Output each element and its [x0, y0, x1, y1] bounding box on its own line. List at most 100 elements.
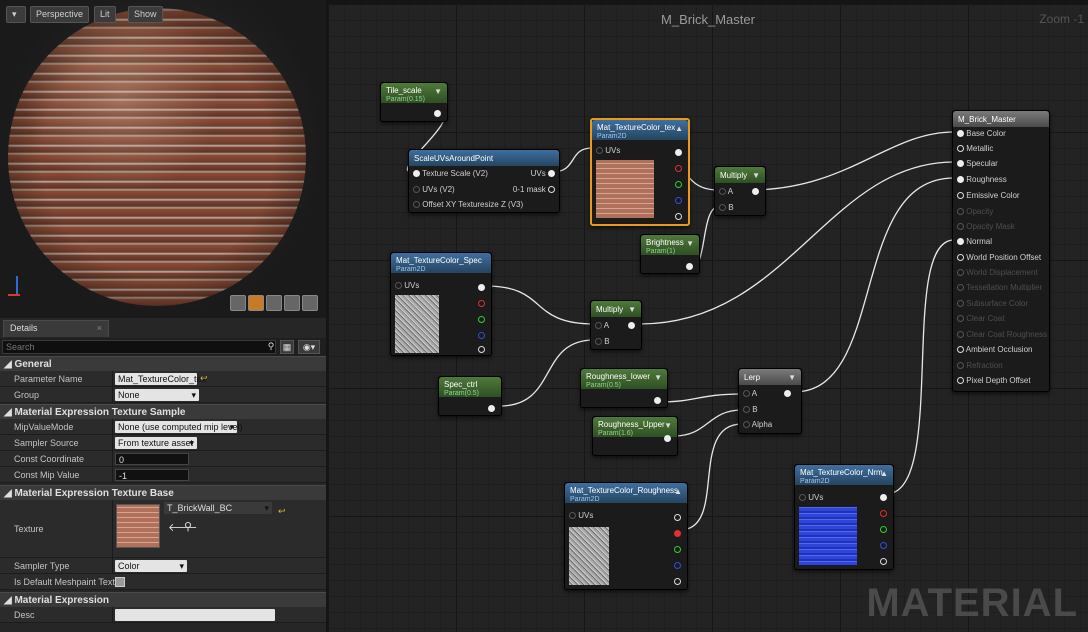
- output-pin-g[interactable]: [880, 525, 887, 535]
- input-pin-metallic[interactable]: Metallic: [957, 144, 993, 154]
- output-pin[interactable]: [784, 389, 791, 399]
- group-dropdown[interactable]: None: [115, 389, 199, 401]
- input-pin-clear-coat[interactable]: Clear Coat: [957, 314, 1004, 324]
- input-pin-uvs[interactable]: UVs (V2): [413, 185, 455, 195]
- input-pin-roughness[interactable]: Roughness: [957, 175, 1007, 185]
- chevron-down-icon[interactable]: ▼: [788, 373, 796, 382]
- input-pin-pixel-depth-offset[interactable]: Pixel Depth Offset: [957, 376, 1031, 386]
- texture-thumbnail[interactable]: [116, 504, 160, 548]
- chevron-up-icon[interactable]: ▲: [674, 487, 682, 496]
- chevron-down-icon[interactable]: ▼: [434, 87, 442, 96]
- reset-arrow-icon[interactable]: ↩: [200, 373, 208, 384]
- output-pin-b[interactable]: [478, 331, 485, 341]
- grid-view-icon[interactable]: ▦: [280, 340, 294, 354]
- input-pin-subsurface-color[interactable]: Subsurface Color: [957, 299, 1028, 309]
- perspective-button[interactable]: Perspective: [30, 6, 90, 23]
- output-pin-g[interactable]: [674, 545, 681, 555]
- input-pin-a[interactable]: A: [719, 187, 733, 197]
- output-pin-a[interactable]: [675, 212, 682, 222]
- const-coordinate-field[interactable]: 0: [115, 453, 189, 465]
- output-pin[interactable]: [654, 396, 661, 406]
- sampler-source-dropdown[interactable]: From texture asset: [115, 437, 197, 449]
- eye-icon[interactable]: ◉▾: [298, 340, 320, 354]
- input-pin-uvs[interactable]: UVs: [596, 146, 620, 156]
- input-pin-uvs[interactable]: UVs: [395, 281, 419, 291]
- input-pin-a[interactable]: A: [595, 321, 609, 331]
- output-pin[interactable]: [628, 321, 635, 331]
- input-pin-texture-scale[interactable]: Texture Scale (V2): [413, 169, 488, 179]
- mip-value-mode-dropdown[interactable]: None (use computed mip level): [115, 421, 243, 433]
- node-mat-texturecolor-tex[interactable]: Mat_TextureColor_tex Param2D ▲ UVs: [590, 118, 690, 226]
- reset-arrow-icon[interactable]: ↩: [278, 506, 286, 517]
- browse-search-icon[interactable]: ⚲: [184, 520, 192, 533]
- output-pin-b[interactable]: [880, 541, 887, 551]
- output-pin-a[interactable]: [674, 577, 681, 587]
- output-pin-r[interactable]: [674, 529, 681, 539]
- category-texture-sample[interactable]: ◢ Material Expression Texture Sample: [0, 404, 326, 419]
- input-pin-b[interactable]: B: [595, 337, 610, 347]
- output-pin[interactable]: [752, 187, 759, 197]
- parameter-name-field[interactable]: Mat_TextureColor_tex: [115, 373, 206, 385]
- node-multiply-2[interactable]: Multiply ▼ A B: [590, 300, 642, 350]
- output-pin-g[interactable]: [675, 180, 682, 190]
- input-pin-b[interactable]: B: [719, 203, 734, 213]
- chevron-down-icon[interactable]: ▼: [686, 239, 694, 248]
- viewport-menu-button[interactable]: ▾: [6, 6, 26, 23]
- node-scale-uvs-around-point[interactable]: ScaleUVsAroundPoint Texture Scale (V2) U…: [408, 149, 560, 213]
- node-brightness[interactable]: Brightness Param(1) ▼: [640, 234, 700, 274]
- sphere-preview-icon[interactable]: [248, 295, 264, 311]
- output-pin-b[interactable]: [675, 196, 682, 206]
- output-pin-rgb[interactable]: [675, 148, 682, 158]
- show-button[interactable]: Show: [128, 6, 163, 23]
- input-pin-ambient-occlusion[interactable]: Ambient Occlusion: [957, 345, 1032, 355]
- output-pin[interactable]: [434, 109, 441, 119]
- material-graph-canvas[interactable]: M_Brick_Master Zoom -1 MATERIAL Tile_sca…: [328, 4, 1088, 632]
- input-pin-uvs[interactable]: UVs: [569, 511, 593, 521]
- is-default-meshpaint-checkbox[interactable]: [115, 577, 125, 587]
- category-texture-base[interactable]: ◢ Material Expression Texture Base: [0, 485, 326, 500]
- node-multiply-1[interactable]: Multiply ▼ A B: [714, 166, 766, 216]
- node-mat-texturecolor-nrm[interactable]: Mat_TextureColor_Nrm Param2D ▲ UVs: [794, 464, 894, 570]
- use-selected-arrow-icon[interactable]: 🡐: [168, 520, 198, 534]
- preview-viewport[interactable]: ▾ Perspective Lit Show: [0, 0, 326, 318]
- input-pin-refraction[interactable]: Refraction: [957, 361, 1003, 371]
- node-lerp[interactable]: Lerp ▼ A B Alpha: [738, 368, 802, 434]
- node-roughness-upper[interactable]: Roughness_Upper Param(1.6) ▼: [592, 416, 678, 456]
- cylinder-preview-icon[interactable]: [230, 295, 246, 311]
- node-roughness-lower[interactable]: Roughness_lower Param(0.5) ▼: [580, 368, 668, 408]
- chevron-down-icon[interactable]: ▼: [654, 373, 662, 382]
- desc-field[interactable]: [115, 609, 275, 621]
- node-mat-texturecolor-spec[interactable]: Mat_TextureColor_Spec Param2D UVs: [390, 252, 492, 356]
- output-pin-r[interactable]: [880, 509, 887, 519]
- details-tab[interactable]: Details ×: [3, 320, 109, 337]
- input-pin-a[interactable]: A: [743, 389, 757, 399]
- output-pin[interactable]: [686, 262, 693, 272]
- output-pin[interactable]: [664, 434, 671, 444]
- output-pin-a[interactable]: [880, 557, 887, 567]
- chevron-down-icon[interactable]: ▼: [752, 171, 760, 180]
- output-pin-g[interactable]: [478, 315, 485, 325]
- node-mat-texturecolor-roughness[interactable]: Mat_TextureColor_Roughness Param2D ▲ UVs: [564, 482, 688, 590]
- search-input[interactable]: [2, 340, 276, 354]
- output-pin-rgb[interactable]: [478, 283, 485, 293]
- input-pin-world-displacement[interactable]: World Displacement: [957, 268, 1038, 278]
- close-icon[interactable]: ×: [97, 323, 102, 333]
- output-pin-rgb[interactable]: [674, 513, 681, 523]
- node-spec-ctrl[interactable]: Spec_ctrl Param(0.5): [438, 376, 502, 416]
- input-pin-offset[interactable]: Offset XY Texturesize Z (V3): [413, 200, 523, 210]
- output-pin[interactable]: [488, 404, 495, 414]
- sampler-type-dropdown[interactable]: Color: [115, 560, 187, 572]
- input-pin-opacity-mask[interactable]: Opacity Mask: [957, 222, 1015, 232]
- category-general[interactable]: ◢ General: [0, 356, 326, 371]
- input-pin-opacity[interactable]: Opacity: [957, 207, 993, 217]
- plane-preview-icon[interactable]: [266, 295, 282, 311]
- input-pin-clear-coat-roughness[interactable]: Clear Coat Roughness: [957, 330, 1047, 340]
- input-pin-emissive-color[interactable]: Emissive Color: [957, 191, 1020, 201]
- lit-button[interactable]: Lit: [94, 6, 116, 23]
- input-pin-tessellation-multiplier[interactable]: Tessellation Multiplier: [957, 283, 1042, 293]
- output-pin-mask[interactable]: 0-1 mask: [513, 185, 555, 195]
- input-pin-alpha[interactable]: Alpha: [743, 420, 772, 430]
- teapot-preview-icon[interactable]: [302, 295, 318, 311]
- chevron-up-icon[interactable]: ▲: [880, 469, 888, 478]
- const-mip-value-field[interactable]: -1: [115, 469, 189, 481]
